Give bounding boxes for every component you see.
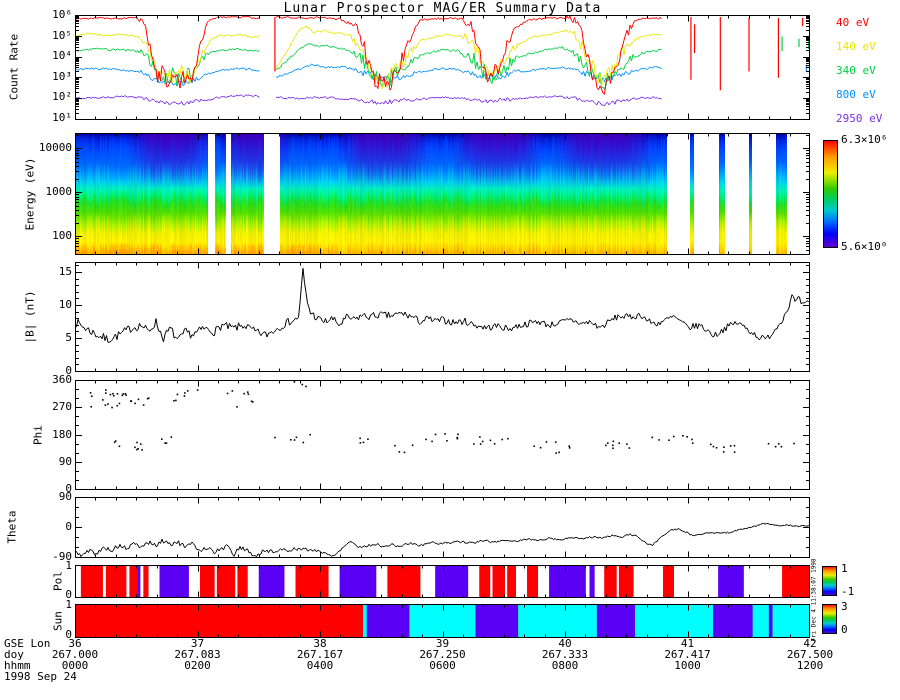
sun-ytick: 1 [65,598,72,611]
count-rate-ytick: 10⁵ [52,28,72,42]
sun-colorbar [822,604,837,634]
theta-plot [75,497,810,558]
theta-ytick: 0 [65,520,72,533]
legend-item-140-eV: 140 eV [836,40,876,53]
phi-ytick: 270 [52,400,72,414]
legend-item-340-eV: 340 eV [836,64,876,77]
footer-date-label: 1998 Sep 24 [4,670,77,683]
energy-ytick: 10000 [38,141,72,155]
b-magnitude-ytick: 10 [58,297,72,311]
sun-colorbar-min-label: 0 [841,623,848,636]
footer-hhmm-value: 0800 [551,659,579,672]
phi-plot [75,380,810,490]
energy-ytick: 1000 [45,185,73,199]
pol-colorbar-min-label: -1 [841,585,855,598]
energy-ytick: 100 [52,229,72,243]
count-rate-ytick: 10³ [52,69,72,83]
b-magnitude-ytick: 15 [58,264,72,278]
phi-ytick: 360 [52,373,72,386]
legend-item-40-eV: 40 eV [836,16,870,29]
footer-hhmm-value: 0200 [184,659,211,672]
theta-ytick: 90 [58,490,72,503]
footer-hhmm-value: 0600 [429,659,456,672]
theta-axis-label: Theta [5,510,19,544]
pol-axis-label: Pol [51,571,65,591]
b-magnitude-ytick: 5 [65,330,72,344]
footer-hhmm-value: 0000 [61,659,89,672]
legend-item-2950-eV: 2950 eV [836,112,883,125]
pol-strip-plot [75,565,810,598]
count-rate-axis-label: Count Rate [7,33,21,101]
count-rate-ytick: 10² [52,90,72,104]
pol-colorbar-max-label: 1 [841,562,848,575]
creation-timestamp: Fri Dec 4 11:38:07 1998 [810,558,818,642]
count-rate-ytick: 10⁶ [52,8,72,21]
spectrogram-colorbar [823,140,838,248]
phi-ytick: 90 [58,454,72,468]
footer-hhmm-value: 0400 [306,659,334,672]
sun-colorbar-max-label: 3 [841,600,848,613]
sun-axis-label: Sun [51,611,65,631]
count-rate-ytick: 10¹ [52,111,72,124]
footer-hhmm-value: 1000 [674,659,701,672]
colorbar-max-label: 6.3×10⁶ [841,133,888,146]
count-rate-plot [75,15,810,120]
footer-hhmm-value: 1200 [796,659,824,672]
sun-strip-plot [75,604,810,638]
legend-item-800-eV: 800 eV [836,88,876,101]
pol-ytick: 1 [65,559,72,572]
phi-ytick: 180 [52,427,72,441]
pol-colorbar [822,566,837,596]
count-rate-ytick: 10⁴ [52,49,72,63]
energy-spectrogram-plot [75,133,810,255]
b-magnitude-plot [75,262,810,372]
colorbar-min-label: 5.6×10⁰ [841,240,888,253]
page-title: Lunar Prospector MAG/ER Summary Data [283,1,602,16]
lunar-prospector-summary-page: Lunar Prospector MAG/ER Summary Data Cou… [0,0,900,700]
